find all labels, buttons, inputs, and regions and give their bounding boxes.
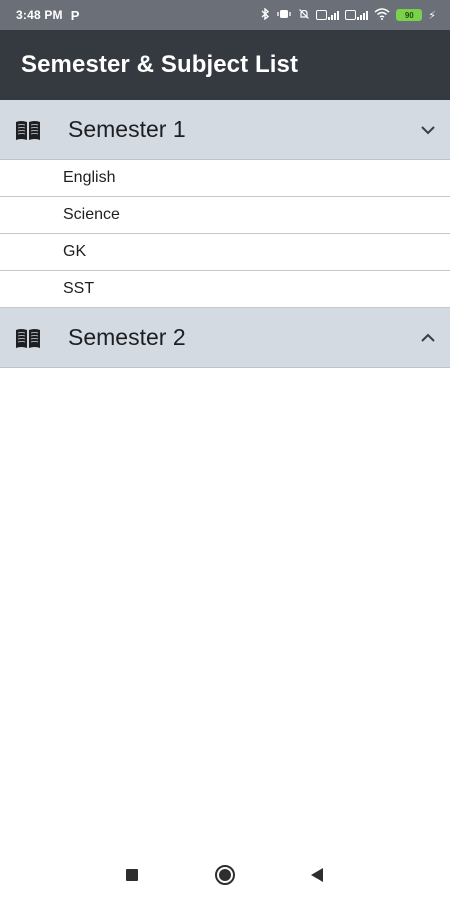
chevron-up-icon[interactable] <box>420 330 436 346</box>
semester-header-1[interactable]: Semester 1 <box>0 100 450 160</box>
wifi-icon <box>374 7 390 23</box>
semester-title: Semester 2 <box>68 324 186 350</box>
sim1-signal-icon <box>316 10 340 20</box>
status-right: 90 ⚡ <box>260 7 436 23</box>
book-icon <box>14 119 42 141</box>
parking-notification-icon: P <box>70 7 80 23</box>
charging-icon: ⚡ <box>428 9 436 22</box>
status-left: 3:48 PM P <box>16 8 79 23</box>
book-icon <box>14 327 42 349</box>
semester-header-2[interactable]: Semester 2 <box>0 308 450 368</box>
list-item[interactable]: SST <box>0 271 450 308</box>
page-title: Semester & Subject List <box>21 51 299 78</box>
semester-list: Semester 1 English Science GK SST Semest… <box>0 100 450 368</box>
chevron-down-icon[interactable] <box>420 122 436 138</box>
alarm-off-icon <box>298 8 310 23</box>
bluetooth-icon <box>260 7 270 23</box>
sim2-signal-icon <box>345 10 369 20</box>
app-bar: Semester & Subject List <box>0 30 450 100</box>
status-bar: 3:48 PM P 90 ⚡ <box>0 0 450 30</box>
semester-title: Semester 1 <box>68 116 186 142</box>
status-time: 3:48 PM <box>16 8 63 22</box>
recent-apps-icon[interactable] <box>121 864 143 886</box>
subject-list-semester-1: English Science GK SST <box>0 160 450 308</box>
home-icon[interactable] <box>214 864 236 886</box>
vibrate-icon <box>276 8 292 23</box>
battery-icon: 90 <box>396 9 423 21</box>
list-item[interactable]: Science <box>0 197 450 234</box>
list-item[interactable]: GK <box>0 234 450 271</box>
back-icon[interactable] <box>306 864 328 886</box>
list-item[interactable]: English <box>0 160 450 197</box>
system-nav-bar <box>0 850 450 900</box>
